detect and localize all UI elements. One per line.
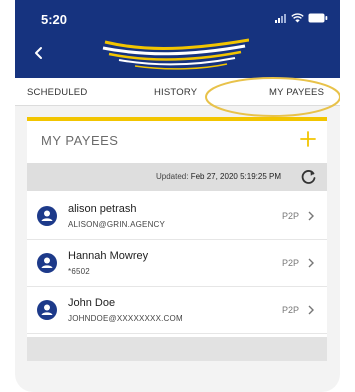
payee-name: Hannah Mowrey (68, 250, 149, 262)
payee-type: P2P (281, 211, 299, 221)
phone-screen: 5:20 SCHEDULED HISTORY MY PAYEES MY PAYE… (15, 0, 340, 392)
tab-scheduled[interactable]: SCHEDULED (27, 87, 87, 98)
payee-type: P2P (281, 258, 299, 268)
person-icon (37, 300, 57, 320)
tab-bar: SCHEDULED HISTORY MY PAYEES (15, 78, 340, 106)
list-footer (27, 337, 327, 361)
payee-row[interactable]: alison petrash ALISON@GRIN.AGENCY P2P (27, 193, 327, 240)
status-icons (275, 13, 328, 23)
refresh-icon[interactable] (301, 169, 317, 185)
chevron-right-icon (308, 211, 314, 221)
updated-timestamp: Updated: Feb 27, 2020 5:19:25 PM (27, 172, 281, 181)
tab-history[interactable]: HISTORY (154, 87, 197, 98)
person-icon (37, 253, 57, 273)
payee-detail: ALISON@GRIN.AGENCY (68, 220, 166, 229)
payee-type: P2P (281, 305, 299, 315)
card-title: MY PAYEES (41, 133, 119, 148)
payee-detail: JOHNDOE@XXXXXXXX.COM (68, 314, 183, 323)
status-time: 5:20 (41, 12, 68, 27)
payee-detail: *6502 (68, 267, 90, 276)
add-payee-plus-icon[interactable] (299, 130, 317, 148)
payee-name: alison petrash (68, 203, 137, 215)
payee-row[interactable]: John Doe JOHNDOE@XXXXXXXX.COM P2P (27, 287, 327, 334)
payees-card: MY PAYEES Updated: Feb 27, 2020 5:19:25 … (27, 117, 327, 361)
back-chevron-icon[interactable] (31, 45, 47, 61)
battery-icon (308, 13, 328, 23)
signal-icon (275, 13, 286, 23)
person-icon (37, 206, 57, 226)
chevron-right-icon (308, 305, 314, 315)
updated-value: Feb 27, 2020 5:19:25 PM (190, 172, 281, 181)
wifi-icon (291, 13, 304, 23)
payee-name: John Doe (68, 297, 116, 309)
brand-logo-icon (102, 38, 249, 70)
payee-row[interactable]: Hannah Mowrey *6502 P2P (27, 240, 327, 287)
app-header: 5:20 (15, 0, 340, 78)
updated-prefix: Updated: (156, 172, 191, 181)
chevron-right-icon (308, 258, 314, 268)
tab-my-payees[interactable]: MY PAYEES (269, 87, 324, 98)
updated-bar: Updated: Feb 27, 2020 5:19:25 PM (27, 163, 327, 191)
